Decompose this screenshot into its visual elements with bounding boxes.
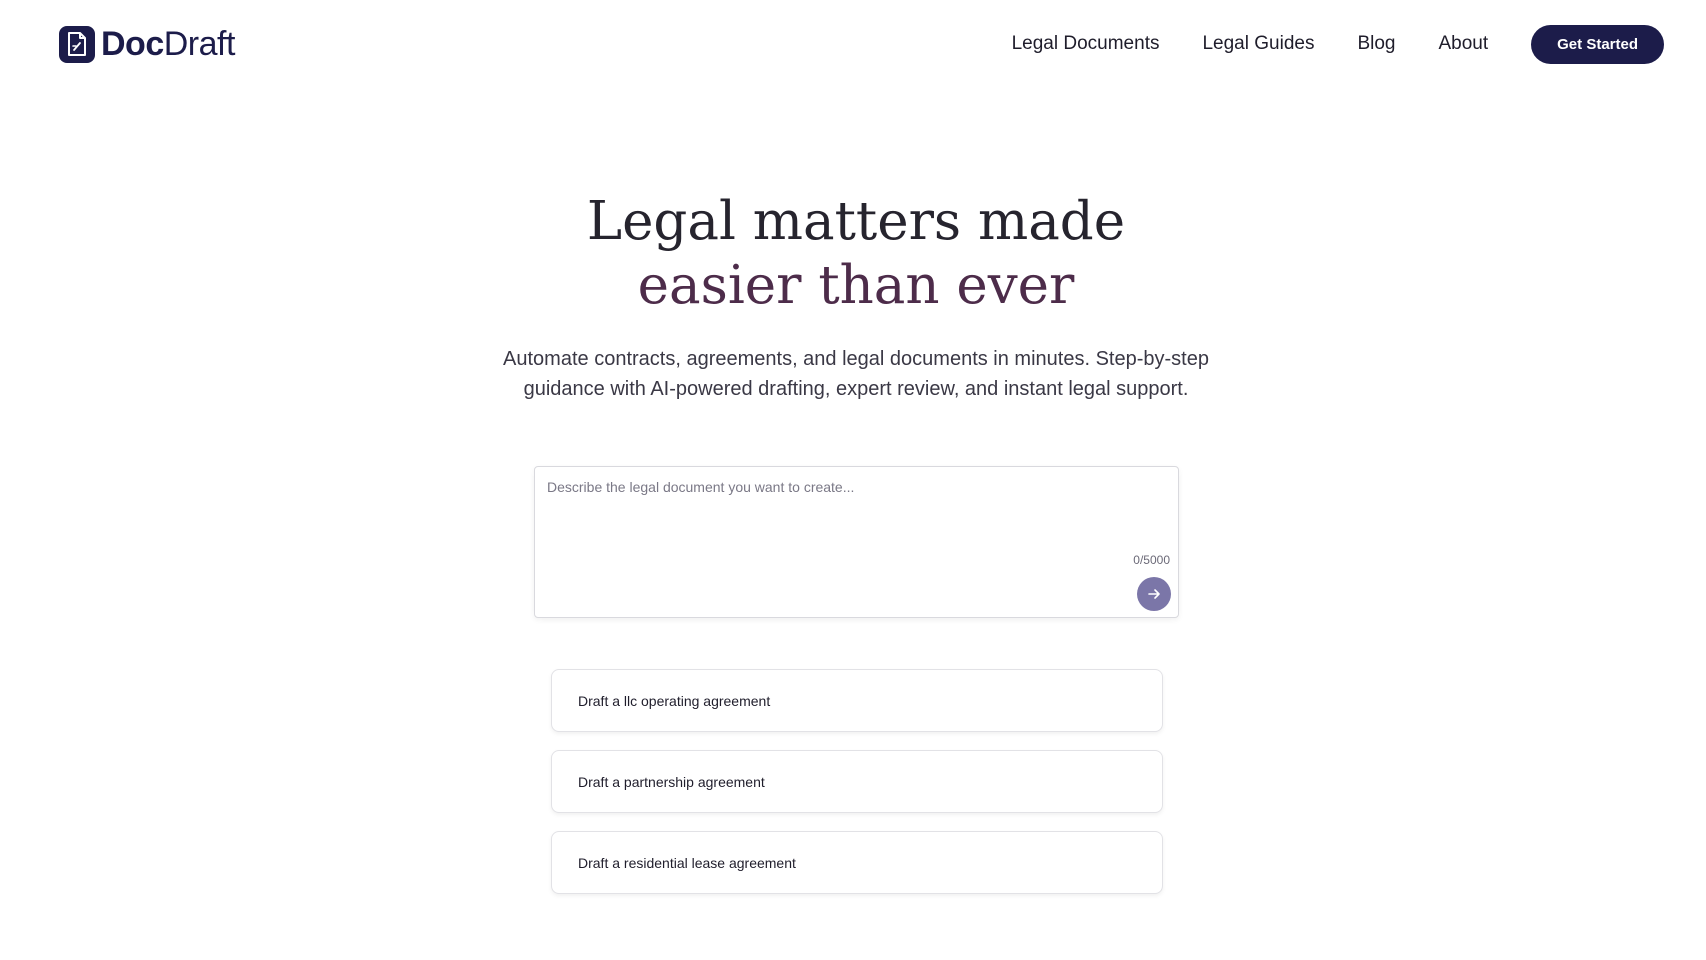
nav-legal-documents[interactable]: Legal Documents [1012,33,1160,55]
nav-legal-guides[interactable]: Legal Guides [1202,33,1314,55]
suggestion-list: Draft a llc operating agreement Draft a … [551,669,1163,912]
submit-button[interactable] [1137,577,1171,611]
hero-title: Legal matters made easier than ever [0,190,1706,318]
main-nav: Legal Documents Legal Guides Blog About … [1012,24,1664,64]
nav-blog[interactable]: Blog [1357,33,1395,55]
prompt-box: 0/5000 [534,466,1179,618]
suggestion-partnership-agreement[interactable]: Draft a partnership agreement [551,750,1163,813]
logo-wordmark: DocDraft [101,25,235,64]
document-description-input[interactable] [547,479,1157,559]
suggestion-llc-operating-agreement[interactable]: Draft a llc operating agreement [551,669,1163,732]
nav-about[interactable]: About [1438,33,1488,55]
logo-text-light: Draft [163,24,236,63]
suggestion-residential-lease-agreement[interactable]: Draft a residential lease agreement [551,831,1163,894]
document-icon [59,25,95,63]
site-header: DocDraft Legal Documents Legal Guides Bl… [0,0,1706,88]
logo-text-bold: Doc [101,24,164,63]
hero-title-line2: easier than ever [637,255,1075,316]
docdraft-logo[interactable]: DocDraft [59,25,235,64]
hero-title-line1: Legal matters made [586,191,1126,252]
get-started-button[interactable]: Get Started [1531,24,1664,64]
character-count: 0/5000 [1133,553,1170,567]
hero-subtitle: Automate contracts, agreements, and lega… [503,348,1209,400]
page: DocDraft Legal Documents Legal Guides Bl… [0,0,1706,960]
arrow-right-icon [1148,589,1160,599]
